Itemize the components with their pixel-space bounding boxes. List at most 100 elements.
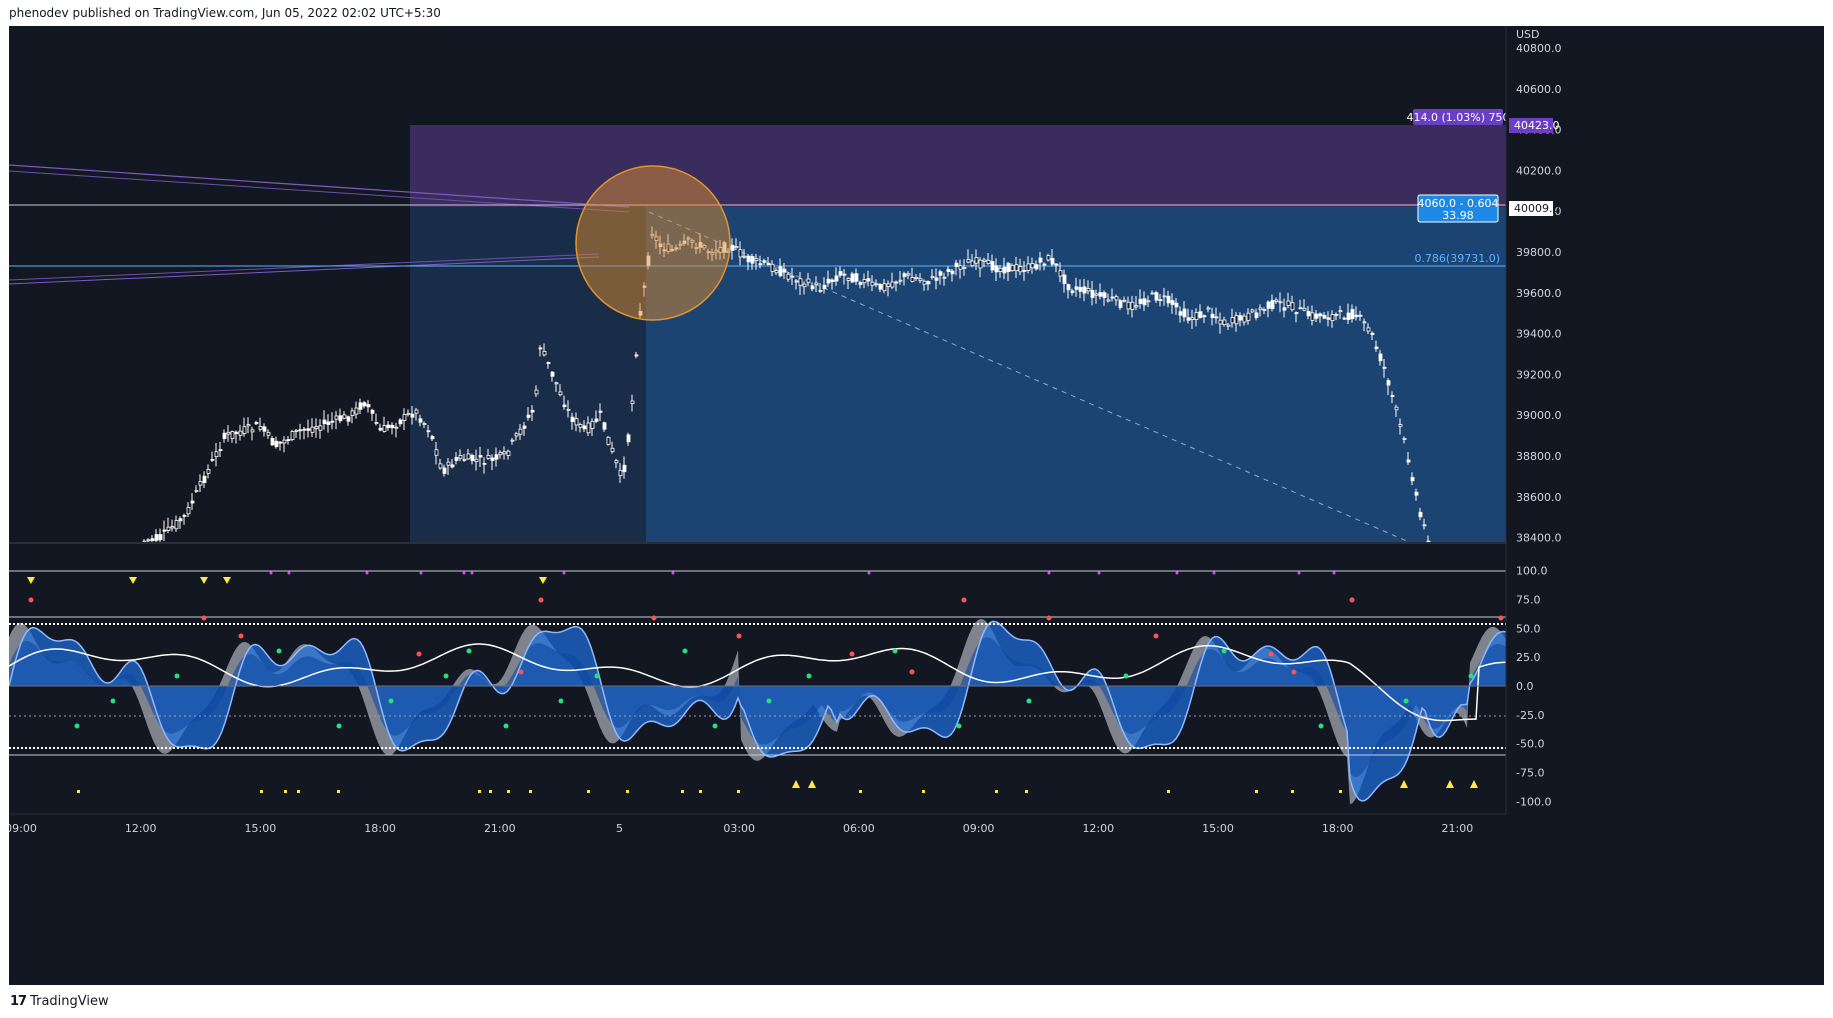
candle-body xyxy=(182,514,187,517)
candle-body xyxy=(1078,286,1083,292)
red-dot-marker xyxy=(736,633,742,639)
candle-body xyxy=(1146,300,1151,303)
candle-body xyxy=(1306,311,1311,317)
price-tag-purple: 40423.0 xyxy=(1509,118,1560,133)
price-tag-white: 40009.0 xyxy=(1509,201,1560,216)
candle-body xyxy=(1082,286,1087,294)
candle-body xyxy=(894,281,899,284)
candle-body xyxy=(962,267,967,269)
oscillator-tick-label: -25.0 xyxy=(1516,709,1544,722)
candle-body xyxy=(402,414,407,421)
chart-frame[interactable]: 0.786(39731.0) 414.0 (1.03%) 750 4060.0 … xyxy=(9,26,1824,985)
red-dot-marker xyxy=(849,651,855,657)
candle-body xyxy=(378,427,383,431)
candle-body xyxy=(1386,380,1391,386)
candle-body xyxy=(354,407,359,415)
time-label: 18:00 xyxy=(364,822,396,835)
candle-body xyxy=(1398,424,1403,427)
magenta-dot-marker xyxy=(867,571,871,575)
highlight-circle[interactable] xyxy=(575,165,731,321)
candle-body xyxy=(950,270,955,275)
candle-body xyxy=(1358,314,1363,317)
candle-body xyxy=(338,415,343,422)
oscillator-tick-label: 25.0 xyxy=(1516,651,1541,664)
red-dot-marker xyxy=(1291,669,1297,675)
candle-body xyxy=(594,418,599,422)
price-tick-label: 39200.0 xyxy=(1516,368,1562,381)
tradingview-logo-icon: 17 xyxy=(10,994,27,1009)
magenta-dot-marker xyxy=(419,571,423,575)
candle-body xyxy=(874,283,879,286)
time-label: 15:00 xyxy=(245,822,277,835)
price-tick-label: 40200.0 xyxy=(1516,164,1562,177)
candle-body xyxy=(1182,308,1187,318)
candle-body xyxy=(450,464,455,468)
price-tag-purple-text: 40423.0 xyxy=(1514,119,1560,132)
candle-body xyxy=(1242,315,1247,323)
candle-body xyxy=(898,279,903,282)
yellow-square-marker xyxy=(297,790,300,793)
candle-body xyxy=(302,428,307,431)
candle-body xyxy=(1298,307,1303,310)
candle-body xyxy=(1138,298,1143,304)
candle-body xyxy=(414,409,419,414)
candle-body xyxy=(242,426,247,434)
candle-body xyxy=(358,402,363,410)
tradingview-logo[interactable]: 17 TradingView xyxy=(10,985,109,1018)
candle-body xyxy=(198,481,203,486)
candle-body xyxy=(1354,314,1359,318)
candle-body xyxy=(530,409,535,413)
candle-body xyxy=(1062,274,1067,285)
price-pane[interactable]: 0.786(39731.0) 414.0 (1.03%) 750 4060.0 … xyxy=(9,26,1510,549)
time-axis[interactable]: 09:00 12:00 15:00 18:00 21:00 5 03:00 06:00 09:0… xyxy=(9,813,1824,844)
candle-body xyxy=(1394,406,1399,411)
candle-body xyxy=(1210,313,1215,318)
candle-body xyxy=(806,278,811,283)
candle-body xyxy=(250,429,255,433)
oscillator-pane[interactable] xyxy=(9,544,1506,814)
oscillator-axis[interactable]: 100.0 75.0 50.0 25.0 0.0 -25.0 -50.0 -75.0 -100.… xyxy=(1507,544,1824,814)
candle-body xyxy=(866,278,871,282)
candle-body xyxy=(786,273,791,280)
candle-body xyxy=(814,282,819,285)
candle-body xyxy=(838,271,843,276)
red-dot-marker xyxy=(201,615,207,621)
chart-canvas[interactable]: 0.786(39731.0) 414.0 (1.03%) 750 4060.0 … xyxy=(9,26,1824,985)
magenta-dot-marker xyxy=(1175,571,1179,575)
time-label: 21:00 xyxy=(1442,822,1474,835)
candle-body xyxy=(294,429,299,432)
yellow-square-marker xyxy=(260,790,263,793)
green-dot-marker xyxy=(1468,673,1474,679)
candle-body xyxy=(1034,264,1039,270)
candle-body xyxy=(1254,312,1259,318)
candle-body xyxy=(958,265,963,270)
yellow-square-marker xyxy=(626,790,629,793)
candle-body xyxy=(510,439,515,442)
candle-body xyxy=(330,420,335,423)
candle-body xyxy=(886,283,891,287)
candle-body xyxy=(406,412,411,415)
red-dot-marker xyxy=(518,669,524,675)
candle-body xyxy=(994,265,999,273)
magenta-dot-marker xyxy=(1212,571,1216,575)
price-tick-label: 40800.0 xyxy=(1516,42,1562,55)
candle-body xyxy=(282,439,287,444)
yellow-square-marker xyxy=(587,790,590,793)
candle-body xyxy=(1006,262,1011,272)
candle-body xyxy=(366,404,371,408)
green-dot-marker xyxy=(806,673,812,679)
candle-body xyxy=(1218,319,1223,325)
candle-body xyxy=(1226,324,1231,327)
yellow-square-marker xyxy=(699,790,702,793)
yellow-square-marker xyxy=(1025,790,1028,793)
green-dot-marker xyxy=(336,723,342,729)
candle-body xyxy=(290,431,295,441)
red-dot-marker xyxy=(651,615,657,621)
candle-body xyxy=(1070,290,1075,293)
candle-body xyxy=(1402,437,1407,440)
candle-body xyxy=(1262,309,1267,311)
candle-body xyxy=(438,463,443,469)
candle-body xyxy=(770,263,775,272)
candle-body xyxy=(1270,300,1275,310)
candle-body xyxy=(422,423,427,425)
